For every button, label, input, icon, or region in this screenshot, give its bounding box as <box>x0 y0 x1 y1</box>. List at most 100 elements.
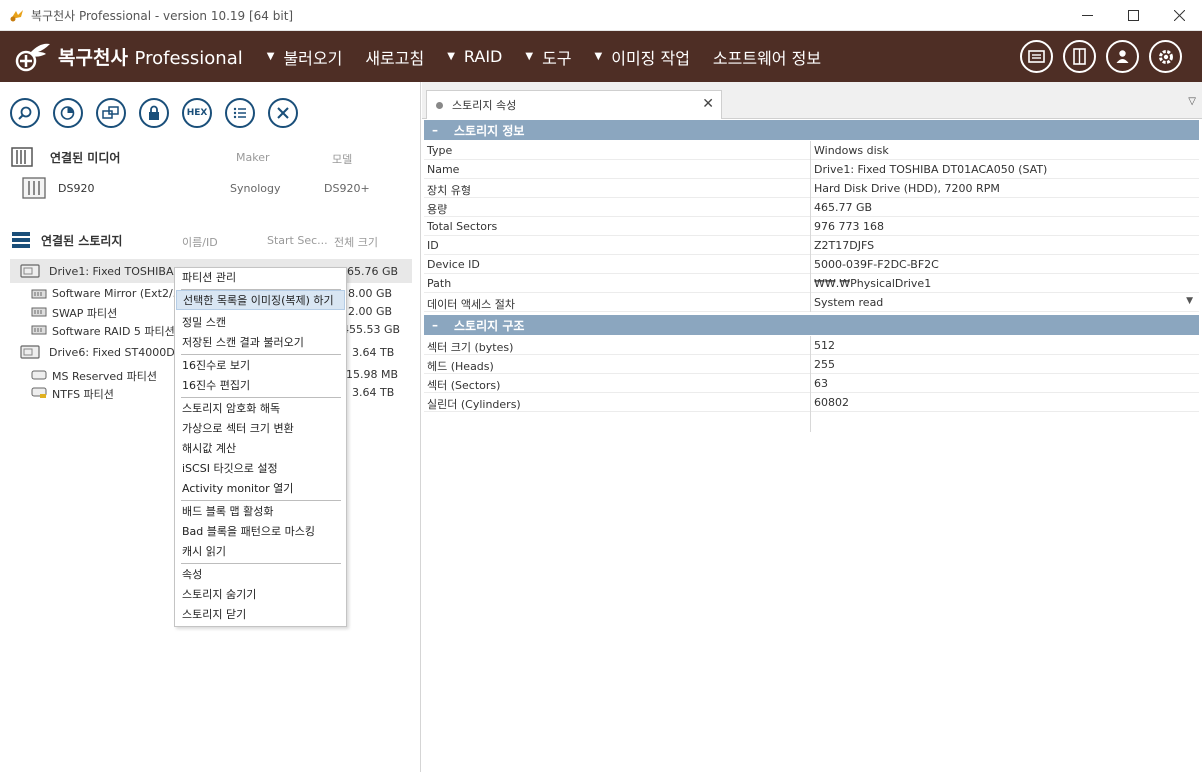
lock-button[interactable] <box>139 98 169 128</box>
partition-icon <box>31 370 47 380</box>
tab-menu-chevron-icon[interactable]: ▽ <box>1188 96 1196 107</box>
prop-row: 장치 유형 Hard Disk Drive (HDD), 7200 RPM <box>424 179 1199 198</box>
ctx-decrypt[interactable]: 스토리지 암호화 해독 <box>176 399 345 419</box>
main-menubar: 복구천사 Professional ▼ 불러오기 새로고침 ▼ RAID ▼ 도구 ▼… <box>0 31 1202 82</box>
ctx-partition-manage[interactable]: 파티션 관리 <box>176 268 345 288</box>
minimize-button[interactable] <box>1064 0 1110 31</box>
menu-imaging[interactable]: ▼ 이미징 작업 <box>595 45 690 69</box>
menu-arrow-icon: ▼ <box>266 51 275 62</box>
media-section-header: 연결된 미디어 <box>11 146 120 168</box>
search-button[interactable] <box>10 98 40 128</box>
tab-bar: 스토리지 속성 ✕ ▽ <box>422 82 1202 119</box>
prop-value: 63 <box>814 377 828 390</box>
prop-key: Type <box>427 144 453 157</box>
ctx-close-storage[interactable]: 스토리지 닫기 <box>176 605 345 625</box>
partition-name[interactable]: SWAP 파티션 <box>52 305 117 321</box>
minimize-icon <box>1081 15 1093 16</box>
media-item-name[interactable]: DS920 <box>58 182 94 195</box>
close-window-button[interactable] <box>1156 0 1202 31</box>
ctx-iscsi[interactable]: iSCSI 타깃으로 설정 <box>176 459 345 479</box>
hex-button[interactable]: HEX <box>182 98 212 128</box>
close-icon <box>1173 10 1185 21</box>
prop-key: 용량 <box>427 203 448 216</box>
ctx-separator <box>181 563 341 564</box>
ctx-properties[interactable]: 속성 <box>176 565 345 585</box>
partition-name[interactable]: Software RAID 5 파티션 <box>52 323 175 339</box>
clone-disk-icon <box>102 106 119 119</box>
menu-arrow-icon: ▼ <box>594 51 603 62</box>
ctx-hide-storage[interactable]: 스토리지 숨기기 <box>176 585 345 605</box>
col-maker: Maker <box>236 151 270 164</box>
ctx-activity-monitor[interactable]: Activity monitor 열기 <box>176 479 345 499</box>
ntfs-partition-icon <box>31 387 47 398</box>
group-storage-info[interactable]: – 스토리지 정보 <box>424 120 1199 140</box>
prop-value: 60802 <box>814 396 849 409</box>
group-storage-structure[interactable]: – 스토리지 구조 <box>424 315 1199 335</box>
menu-tools[interactable]: ▼ 도구 <box>525 45 571 69</box>
group-title: 스토리지 정보 <box>454 123 525 138</box>
brand: 복구천사 Professional <box>14 40 243 74</box>
partition-size: 455.53 GB <box>342 323 401 336</box>
account-button[interactable] <box>1106 40 1139 73</box>
menu-about[interactable]: 소프트웨어 정보 <box>713 45 821 69</box>
partition-name[interactable]: MS Reserved 파티션 <box>52 368 157 384</box>
log-button[interactable] <box>1020 40 1053 73</box>
ctx-image-selected[interactable]: 선택한 목록을 이미징(복제) 하기 <box>176 290 345 310</box>
ctx-separator <box>181 500 341 501</box>
menu-arrow-icon: ▼ <box>525 51 534 62</box>
ctx-deep-scan[interactable]: 정밀 스캔 <box>176 313 345 333</box>
document-list-icon <box>1028 50 1045 63</box>
title-bar: 복구천사 Professional - version 10.19 [64 bi… <box>0 0 1202 31</box>
partition-name[interactable]: NTFS 파티션 <box>52 386 114 402</box>
menu-refresh[interactable]: 새로고침 <box>365 45 424 69</box>
close-storage-button[interactable] <box>268 98 298 128</box>
menu-raid[interactable]: ▼ RAID <box>447 47 502 66</box>
ctx-hash[interactable]: 해시값 계산 <box>176 439 345 459</box>
prop-key: 데이터 액세스 절차 <box>427 298 515 311</box>
storage-stack-icon <box>12 232 30 248</box>
partition-icon <box>31 307 47 317</box>
prop-row: Device ID 5000-039F-F2DC-BF2C <box>424 255 1199 274</box>
tab-label: 스토리지 속성 <box>452 99 517 112</box>
ctx-bad-block-mask[interactable]: Bad 블록을 패턴으로 마스킹 <box>176 522 345 542</box>
drive-name[interactable]: Drive6: Fixed ST4000D... <box>49 346 185 359</box>
ctx-load-scan[interactable]: 저장된 스캔 결과 불러오기 <box>176 333 345 353</box>
right-pane: 스토리지 속성 ✕ ▽ – 스토리지 정보 Type Windows disk N… <box>422 82 1202 772</box>
panel-toggle-button[interactable] <box>1063 40 1096 73</box>
nas-device-icon <box>22 177 46 199</box>
tab-close-icon[interactable]: ✕ <box>702 96 714 112</box>
partition-name[interactable]: Software Mirror (Ext2/... <box>52 287 183 300</box>
dropdown-arrow-icon[interactable]: ▼ <box>1186 296 1193 306</box>
prop-value: Windows disk <box>814 144 889 157</box>
settings-button[interactable] <box>1149 40 1182 73</box>
ctx-bad-block-map[interactable]: 배드 블록 맵 활성화 <box>176 502 345 522</box>
collapse-icon: – <box>432 123 438 137</box>
storage-section-header: 연결된 스토리지 <box>11 229 122 251</box>
drive-size: 3.64 TB <box>352 346 395 359</box>
ctx-virtual-sector[interactable]: 가상으로 섹터 크기 변환 <box>176 419 345 439</box>
prop-key: Device ID <box>427 258 480 271</box>
ctx-separator <box>181 397 341 398</box>
prop-row: ID Z2T17DJFS <box>424 236 1199 255</box>
menu-load[interactable]: ▼ 불러오기 <box>267 45 343 69</box>
prop-value: Drive1: Fixed TOSHIBA DT01ACA050 (SAT) <box>814 163 1048 176</box>
list-button[interactable] <box>225 98 255 128</box>
prop-row: 섹터 (Sectors) 63 <box>424 374 1199 393</box>
toolbar: HEX <box>10 98 298 128</box>
list-icon <box>233 107 246 119</box>
drive-name[interactable]: Drive1: Fixed TOSHIBA ... <box>49 265 187 278</box>
ctx-hex-view[interactable]: 16진수로 보기 <box>176 356 345 376</box>
prop-key: Name <box>427 163 460 176</box>
ctx-hex-editor[interactable]: 16진수 편집기 <box>176 376 345 396</box>
prop-key: Total Sectors <box>427 220 498 233</box>
tab-storage-properties[interactable]: 스토리지 속성 ✕ <box>426 90 722 119</box>
maximize-button[interactable] <box>1110 0 1156 31</box>
scan-button[interactable] <box>53 98 83 128</box>
image-copy-button[interactable] <box>96 98 126 128</box>
col-total-size: 전체 크기 <box>334 236 378 249</box>
prop-row-access-method[interactable]: 데이터 액세스 절차 System read ▼ <box>424 293 1199 312</box>
access-method-select[interactable]: System read <box>814 296 883 309</box>
ctx-cache-read[interactable]: 캐시 읽기 <box>176 542 345 562</box>
media-item-maker: Synology <box>230 182 281 195</box>
group-title: 스토리지 구조 <box>454 318 525 333</box>
